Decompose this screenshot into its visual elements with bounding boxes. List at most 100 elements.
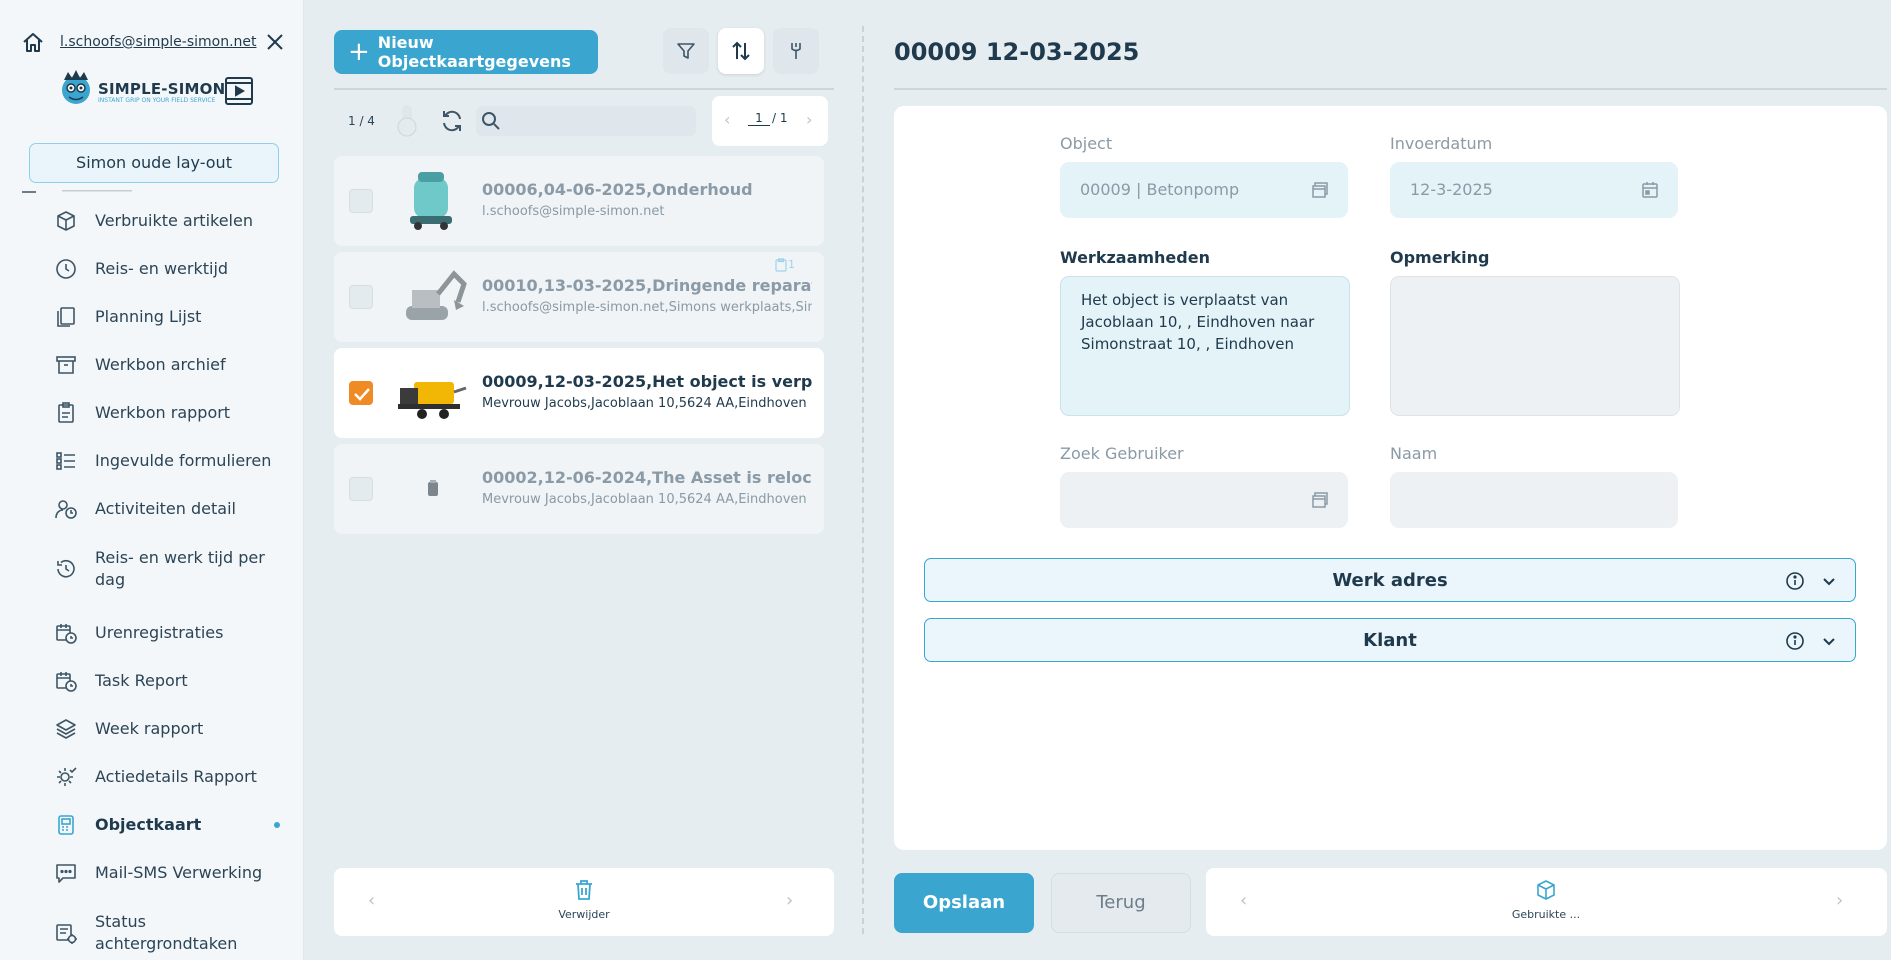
- sidebar-header: l.schoofs@simple-simon.net SIMPLE-SIMON …: [0, 0, 303, 190]
- record-count: 1 / 4: [348, 114, 375, 128]
- card-subtitle: Mevrouw Jacobs,Jacoblaan 10,5624 AA,Eind…: [482, 396, 807, 411]
- divider: [894, 88, 1887, 90]
- info-icon[interactable]: [1785, 631, 1805, 651]
- gear-check-icon: [57, 767, 77, 786]
- sidebar-item-verbruikte-artikelen[interactable]: Verbruikte artikelen: [0, 198, 303, 244]
- wrench-icon: [791, 43, 801, 59]
- row-checkbox[interactable]: [349, 189, 373, 213]
- filter-icon: [677, 43, 695, 59]
- remark-label: Opmerking: [1390, 248, 1490, 267]
- lookup-icon[interactable]: [1310, 490, 1330, 510]
- used-articles-button[interactable]: Gebruikte ...: [1496, 878, 1596, 930]
- attachment-count-value: 1: [788, 258, 795, 271]
- excavator-thumbnail: [406, 270, 467, 320]
- sidebar-item-status-achtergrondtaken[interactable]: Status achtergrondtaken: [0, 904, 303, 960]
- row-checkbox-checked[interactable]: [349, 381, 373, 405]
- sidebar-item-week-rapport[interactable]: Week rapport: [0, 706, 303, 752]
- sidebar: l.schoofs@simple-simon.net SIMPLE-SIMON …: [0, 0, 304, 960]
- toggle-switch[interactable]: [395, 103, 419, 139]
- floor-scrubber-thumbnail: [410, 172, 452, 230]
- card-subtitle: l.schoofs@simple-simon.net: [482, 204, 665, 219]
- sidebar-item-urenregistraties[interactable]: Urenregistraties: [0, 610, 303, 656]
- sort-button[interactable]: [718, 28, 764, 74]
- used-articles-label: Gebruikte ...: [1511, 908, 1581, 921]
- check-icon: [354, 388, 370, 401]
- filter-button[interactable]: [663, 28, 709, 74]
- search-input[interactable]: [476, 106, 696, 136]
- sidebar-item-task-report[interactable]: Task Report: [0, 658, 303, 704]
- chevron-down-icon[interactable]: [1821, 573, 1837, 589]
- sidebar-item-reis-en-werk-tijd-per-dag[interactable]: Reis- en werk tijd per dag: [0, 540, 303, 598]
- small-device-thumbnail: [428, 480, 438, 496]
- video-tutorial-icon[interactable]: [223, 75, 255, 107]
- sidebar-item-actiedetails-rapport[interactable]: Actiedetails Rapport: [0, 754, 303, 800]
- close-icon[interactable]: [264, 31, 286, 53]
- card-title: 00009,12-03-2025,Het object is verplaats…: [482, 372, 812, 391]
- sidebar-item-mail-sms-verwerking[interactable]: Mail-SMS Verwerking: [0, 850, 303, 896]
- sidebar-item-werkbon-rapport[interactable]: Werkbon rapport: [0, 390, 303, 436]
- object-value: 00009 | Betonpomp: [1080, 180, 1240, 199]
- name-field[interactable]: [1390, 472, 1678, 528]
- user-email-link[interactable]: l.schoofs@simple-simon.net: [60, 34, 257, 50]
- card-title: 00002,12-06-2024,The Asset is relocated …: [482, 468, 812, 487]
- sidebar-item-reis-en-werktijd[interactable]: Reis- en werktijd: [0, 246, 303, 292]
- back-button[interactable]: Terug: [1051, 873, 1191, 933]
- refresh-icon[interactable]: [438, 107, 466, 135]
- chevron-right-icon[interactable]: ›: [806, 110, 812, 129]
- detail-footer: ‹ Gebruikte ... ›: [1206, 868, 1887, 936]
- sidebar-item-label: Planning Lijst: [95, 307, 202, 326]
- old-layout-button[interactable]: Simon oude lay-out: [29, 143, 279, 183]
- clock-icon: [56, 259, 76, 279]
- save-button[interactable]: Opslaan: [894, 873, 1034, 933]
- calendar-icon[interactable]: [1640, 180, 1660, 200]
- delete-button[interactable]: Verwijder: [544, 878, 624, 928]
- list-item[interactable]: 00002,12-06-2024,The Asset is relocated …: [334, 444, 824, 534]
- logo-tagline: INSTANT GRIP ON YOUR FIELD SERVICE: [98, 97, 216, 104]
- time-history-icon: [57, 559, 75, 578]
- user-search-label: Zoek Gebruiker: [1060, 444, 1184, 463]
- chevron-left-icon[interactable]: ‹: [368, 890, 375, 911]
- panel-divider: [862, 26, 864, 934]
- user-search-field[interactable]: [1060, 472, 1348, 528]
- work-textarea[interactable]: Het object is verplaatst van Jacoblaan 1…: [1060, 276, 1350, 416]
- new-objectcard-button[interactable]: + Nieuw Objectkaartgegevens: [334, 30, 598, 74]
- chevron-left-icon[interactable]: ‹: [724, 110, 730, 129]
- page-current-input[interactable]: 1: [748, 111, 770, 126]
- sidebar-item-objectkaart[interactable]: Objectkaart: [0, 802, 303, 848]
- list-item[interactable]: 00006,04-06-2025,Onderhoud l.schoofs@sim…: [334, 156, 824, 246]
- row-checkbox[interactable]: [349, 285, 373, 309]
- sidebar-item-label: Reis- en werk tijd per dag: [95, 548, 265, 589]
- card-title: 00010,13-03-2025,Dringende reparatie, ma…: [482, 276, 812, 295]
- object-card-icon: [58, 815, 74, 835]
- tools-button[interactable]: [773, 28, 819, 74]
- card-subtitle: l.schoofs@simple-simon.net,Simons werkpl…: [482, 300, 812, 315]
- section-werk-adres[interactable]: Werk adres: [924, 558, 1856, 602]
- attachment-count: 1: [774, 258, 795, 272]
- sidebar-item-werkbon-archief[interactable]: Werkbon archief: [0, 342, 303, 388]
- chevron-right-icon[interactable]: ›: [786, 890, 793, 911]
- sidebar-item-activiteiten-detail[interactable]: Activiteiten detail: [0, 486, 303, 532]
- chevron-left-icon[interactable]: ‹: [1240, 890, 1247, 911]
- sidebar-item-label: Ingevulde formulieren: [95, 451, 272, 470]
- lookup-icon[interactable]: [1310, 180, 1330, 200]
- partial-menu-item: [22, 190, 132, 193]
- sidebar-item-ingevulde-formulieren[interactable]: Ingevulde formulieren: [0, 438, 303, 484]
- object-list-panel: + Nieuw Objectkaartgegevens 1 / 4 ‹ 1 / …: [304, 0, 864, 960]
- date-field[interactable]: 12-3-2025: [1390, 162, 1678, 218]
- detail-title: 00009 12-03-2025: [894, 38, 1140, 66]
- object-field[interactable]: 00009 | Betonpomp: [1060, 162, 1348, 218]
- chevron-down-icon[interactable]: [1821, 633, 1837, 649]
- sidebar-item-label: Urenregistraties: [95, 623, 224, 642]
- info-icon[interactable]: [1785, 571, 1805, 591]
- pagination: ‹ 1 / 1 ›: [712, 96, 828, 146]
- home-icon[interactable]: [21, 31, 45, 55]
- sidebar-item-label: Week rapport: [95, 719, 204, 738]
- list-item[interactable]: 00010,13-03-2025,Dringende reparatie, ma…: [334, 252, 824, 342]
- sidebar-item-planning-lijst[interactable]: Planning Lijst: [0, 294, 303, 340]
- remark-textarea[interactable]: [1390, 276, 1680, 416]
- search-icon: [482, 112, 500, 130]
- list-item-selected[interactable]: 00009,12-03-2025,Het object is verplaats…: [334, 348, 824, 438]
- row-checkbox[interactable]: [349, 477, 373, 501]
- chevron-right-icon[interactable]: ›: [1836, 890, 1843, 911]
- section-klant[interactable]: Klant: [924, 618, 1856, 662]
